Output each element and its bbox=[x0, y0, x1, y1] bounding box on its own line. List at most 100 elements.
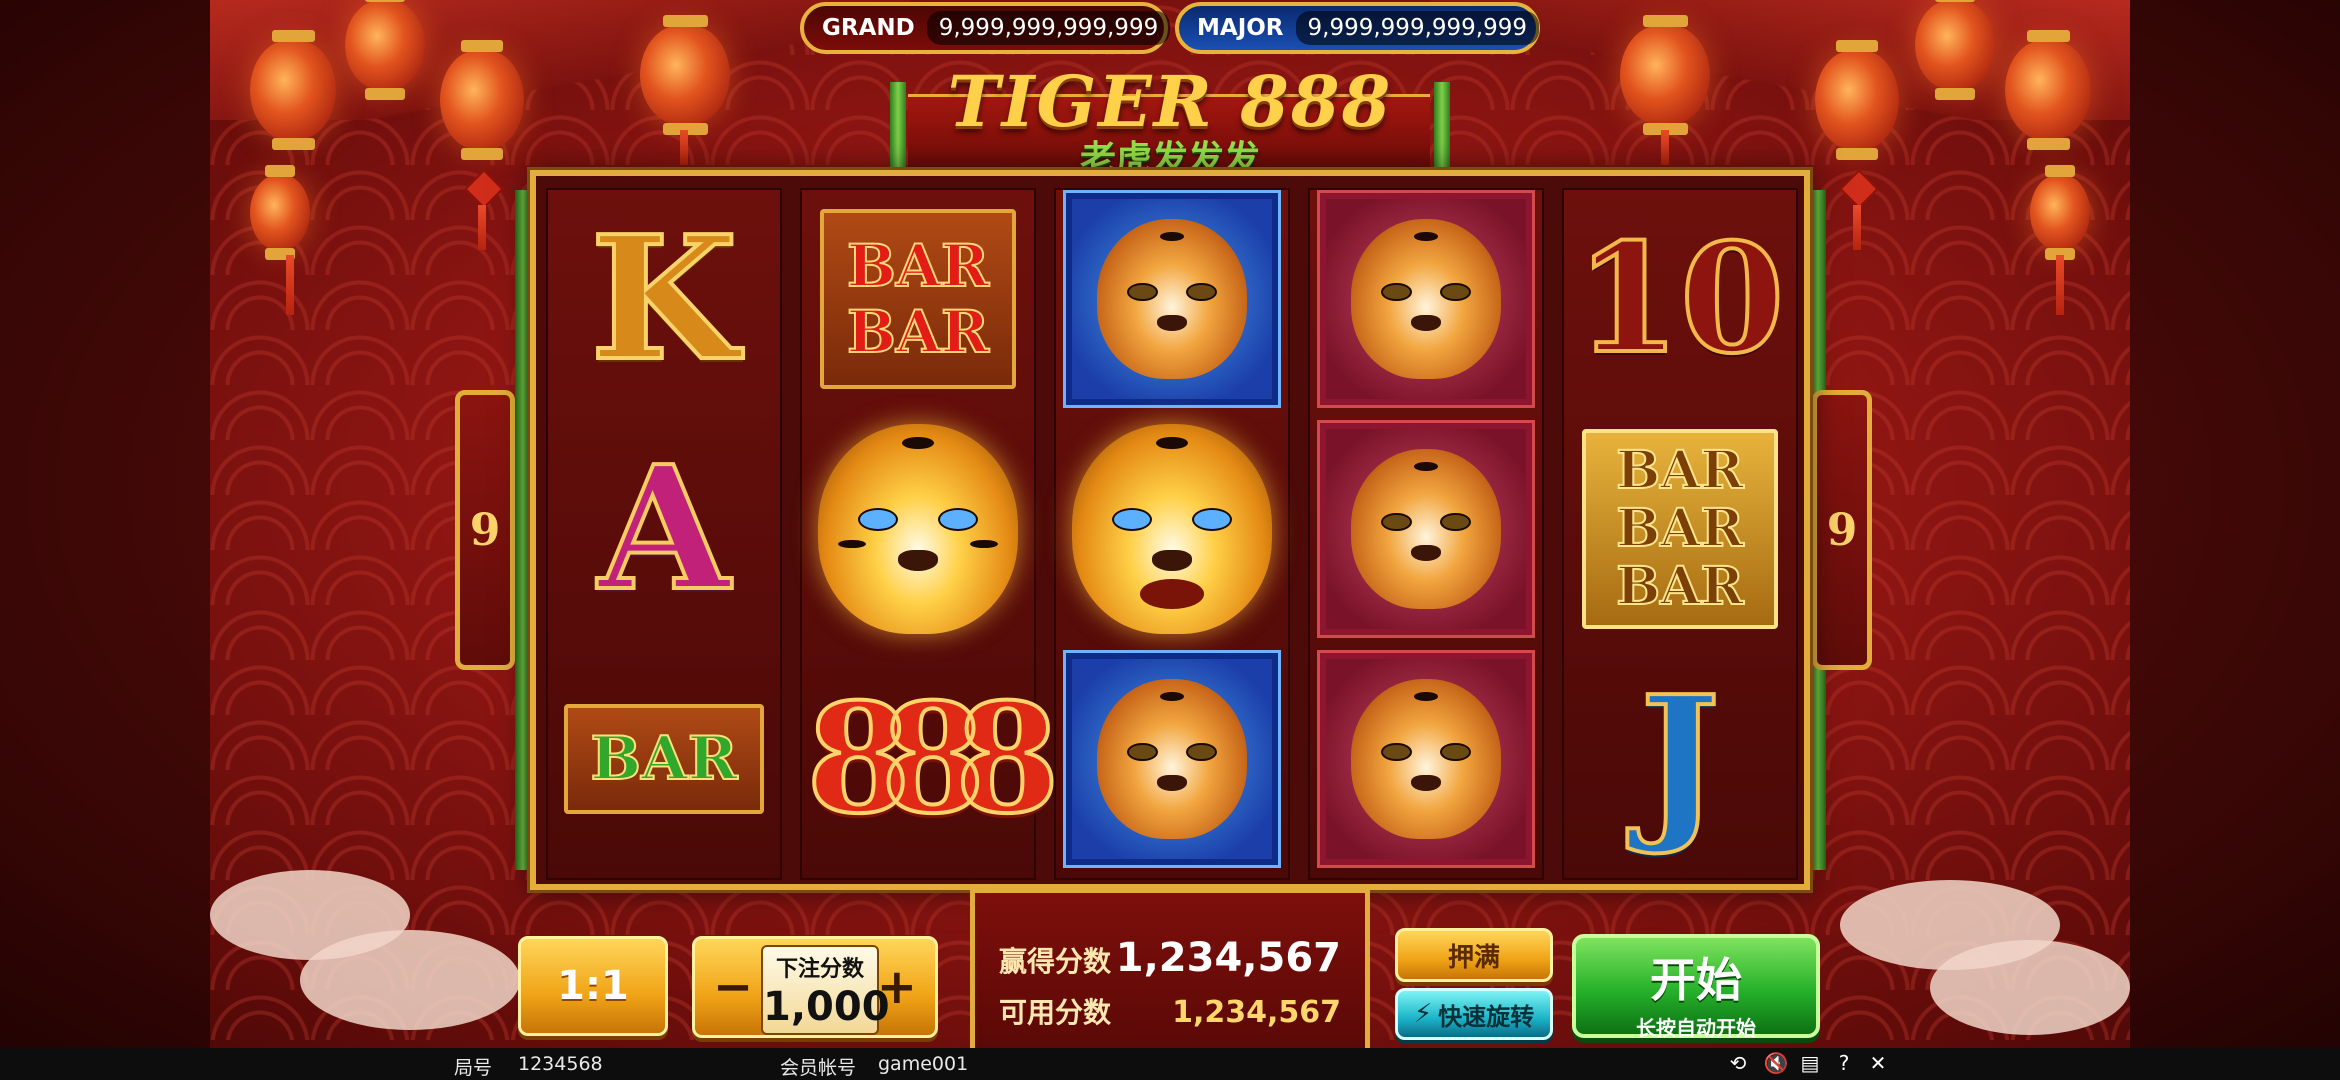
history-icon[interactable]: ⟲ bbox=[1726, 1051, 1750, 1075]
game-logo: TIGER 888 老虎发发发 bbox=[880, 60, 1460, 180]
bar-plate: BAR BAR bbox=[820, 209, 1016, 389]
tiger-nose bbox=[1411, 775, 1441, 791]
symbol-red-tiger bbox=[1317, 190, 1535, 408]
mute-icon[interactable]: 🔇 bbox=[1764, 1051, 1789, 1075]
tiger-stripe bbox=[1414, 231, 1438, 242]
start-spin-button[interactable]: 开始 长按自动开始 bbox=[1572, 934, 1820, 1040]
rail-left bbox=[515, 190, 531, 870]
lantern-icon bbox=[1815, 40, 1899, 160]
reel-3 bbox=[1054, 188, 1290, 880]
tiger-mouth bbox=[1140, 579, 1204, 609]
symbol-j-letter: J bbox=[1638, 659, 1722, 859]
lantern-icon bbox=[1620, 15, 1710, 135]
tiger-eye bbox=[1127, 283, 1158, 302]
reel-2: BAR BAR 888 bbox=[800, 188, 1062, 880]
start-label: 开始 bbox=[1650, 953, 1742, 1007]
lantern-icon bbox=[2005, 30, 2091, 150]
bar-label: BAR bbox=[1615, 556, 1745, 617]
bet-value: 1,000 bbox=[763, 984, 890, 1030]
help-icon[interactable]: ? bbox=[1832, 1051, 1856, 1075]
tiger-nose bbox=[1152, 550, 1192, 571]
rules-icon[interactable]: ▤ bbox=[1798, 1051, 1822, 1075]
symbol-888-text: 888 bbox=[804, 669, 1061, 849]
tassel bbox=[1661, 130, 1669, 165]
symbol-10-text: 10 bbox=[1574, 211, 1787, 387]
account-label: 会员帐号 bbox=[780, 1057, 857, 1079]
symbol-single-bar: BAR bbox=[556, 650, 772, 868]
payline-number: 9 bbox=[469, 504, 501, 556]
bar-label: BAR bbox=[1615, 498, 1745, 559]
round-value: 1234568 bbox=[518, 1053, 603, 1075]
lightning-icon: ⚡ bbox=[1413, 999, 1433, 1029]
tiger-stripe bbox=[838, 539, 866, 548]
reel-5: 10 BAR BAR BAR J bbox=[1562, 188, 1798, 880]
max-bet-button[interactable]: 押满 bbox=[1395, 928, 1553, 982]
tiger-eye bbox=[1440, 743, 1471, 762]
tiger-icon bbox=[818, 424, 1018, 634]
tiger-eye bbox=[1381, 513, 1412, 532]
lantern-icon bbox=[640, 15, 730, 135]
major-jackpot: MAJOR 9,999,999,999,999 bbox=[1175, 2, 1540, 54]
tiger-stripe bbox=[902, 436, 934, 450]
symbol-a: A bbox=[556, 420, 772, 638]
symbol-a-letter: A bbox=[596, 429, 732, 629]
lantern-icon bbox=[2030, 165, 2090, 260]
quick-spin-button[interactable]: ⚡ 快速旋转 bbox=[1395, 988, 1553, 1040]
bet-label: 下注分数 bbox=[775, 957, 864, 982]
payline-count-right: 9 bbox=[1812, 390, 1872, 670]
red-tiger-tile bbox=[1317, 190, 1535, 408]
tassel bbox=[286, 255, 294, 315]
bar-label: BAR bbox=[846, 298, 990, 366]
score-panel: 赢得分数 1,234,567 可用分数 1,234,567 bbox=[970, 888, 1370, 1056]
symbol-j: J bbox=[1572, 650, 1788, 868]
tiger-icon bbox=[1097, 219, 1247, 379]
bar-label: BAR bbox=[589, 724, 738, 794]
lantern-icon bbox=[250, 30, 336, 150]
tiger-eye bbox=[1440, 513, 1471, 532]
tiger-eye bbox=[1186, 743, 1217, 762]
tiger-eye bbox=[1186, 283, 1217, 302]
bar-label: BAR bbox=[846, 232, 990, 300]
round-label: 局号 bbox=[454, 1057, 493, 1079]
side-shade-right bbox=[2130, 0, 2340, 1080]
tiger-eye bbox=[938, 508, 978, 531]
bet-increase-button[interactable]: + bbox=[877, 959, 917, 1015]
tassel bbox=[2056, 255, 2064, 315]
bar-plate: BAR BAR BAR bbox=[1582, 429, 1778, 629]
major-jackpot-value: 9,999,999,999,999 bbox=[1295, 11, 1539, 45]
account-value: game001 bbox=[878, 1053, 969, 1075]
cloud-decoration bbox=[300, 930, 520, 1030]
blue-tiger-tile bbox=[1063, 650, 1281, 868]
available-value: 1,234,567 bbox=[1172, 995, 1341, 1030]
bet-decrease-button[interactable]: − bbox=[713, 959, 753, 1015]
symbol-double-bar: BAR BAR bbox=[810, 190, 1026, 408]
tiger-eye bbox=[1381, 743, 1412, 762]
lantern-icon bbox=[1915, 0, 1995, 100]
tiger-stripe bbox=[1414, 691, 1438, 702]
tiger-eye bbox=[858, 508, 898, 531]
reel-4 bbox=[1308, 188, 1544, 880]
tiger-icon bbox=[1351, 679, 1501, 839]
tiger-stripe bbox=[1156, 436, 1188, 450]
status-bar: 局号 1234568 会员帐号 game001 ⟲ 🔇 ▤ ? ✕ bbox=[0, 1048, 2340, 1080]
cloud-decoration bbox=[1930, 940, 2130, 1035]
blue-tiger-tile bbox=[1063, 190, 1281, 408]
tiger-icon bbox=[1072, 424, 1272, 634]
tiger-stripe bbox=[1414, 461, 1438, 472]
close-icon[interactable]: ✕ bbox=[1866, 1051, 1890, 1075]
tiger-eye bbox=[1127, 743, 1158, 762]
win-score-row: 赢得分数 1,234,567 bbox=[999, 935, 1341, 981]
tiger-nose bbox=[1157, 315, 1187, 331]
tiger-eye bbox=[1192, 508, 1232, 531]
tiger-eye bbox=[1440, 283, 1471, 302]
tiger-icon bbox=[1351, 449, 1501, 609]
bar-plate: BAR bbox=[564, 704, 764, 814]
symbol-gold-tiger bbox=[810, 420, 1026, 638]
bet-selector: − 下注分数 1,000 + bbox=[692, 936, 938, 1038]
bet-display: 下注分数 1,000 bbox=[761, 945, 890, 1035]
symbol-888: 888 bbox=[804, 650, 1061, 868]
lantern-icon bbox=[440, 40, 524, 160]
tiger-icon bbox=[1097, 679, 1247, 839]
tiger-icon bbox=[1351, 219, 1501, 379]
ratio-button[interactable]: 1:1 bbox=[518, 936, 668, 1036]
